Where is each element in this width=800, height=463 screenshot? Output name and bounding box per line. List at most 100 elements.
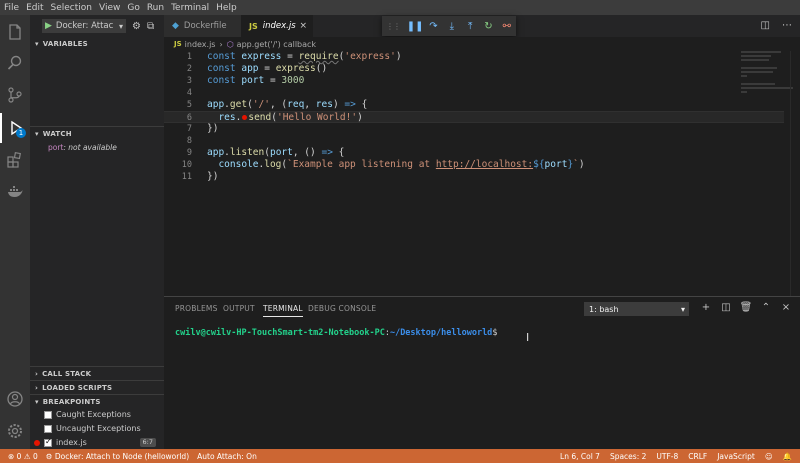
breakpoint-caught-exceptions[interactable]: Caught Exceptions [44,408,164,421]
menu-terminal[interactable]: Terminal [171,3,209,13]
notifications-icon[interactable]: 🔔 [783,452,792,461]
call-stack-section-header[interactable]: › CALL STACK [30,366,164,380]
js-icon: JS [249,21,258,31]
run-debug-icon[interactable]: 1 [0,113,30,143]
account-icon[interactable] [0,384,30,414]
code-editor[interactable]: 1 const express = require('express') 2 c… [164,51,800,296]
chevron-down-icon: ▾ [680,304,685,314]
breakpoint-index-js[interactable]: index.js 6:7 [34,436,164,449]
debug-floating-toolbar: ⋮⋮ ❚❚ ↷ ⤓ ⤒ ↻ ⚯ [382,16,516,36]
close-icon[interactable]: × [776,302,796,313]
tab-output[interactable]: OUTPUT [223,304,255,313]
gear-icon[interactable]: ⚙ [132,21,141,32]
tab-index-js[interactable]: JS index.js × [241,15,313,37]
chevron-down-icon[interactable]: ▾ [119,22,123,31]
gear-icon[interactable] [0,416,30,446]
menu-selection[interactable]: Selection [51,3,92,13]
feedback-icon[interactable]: ☺ [765,452,773,461]
menu-view[interactable]: View [99,3,120,13]
code-line: 10 console.log(`Example app listening at… [181,159,585,170]
code-line: 8 [186,136,192,146]
watch-item[interactable]: port: not available [48,143,117,152]
editor-scrollbar[interactable] [790,51,800,296]
chevron-up-icon[interactable]: ⌃ [756,302,776,313]
problems-status[interactable]: ⊗ 0 ⚠ 0 [8,452,38,461]
play-icon[interactable]: ▶ [45,21,52,31]
code-line: 11 }) [181,171,219,182]
debug-config-label: Docker: Attac [55,21,114,31]
code-line-current: 6 res. send('Hello World!') [164,111,784,123]
docker-icon[interactable] [0,177,30,207]
split-terminal-icon[interactable]: ◫ [716,302,736,313]
docker-icon: ◆ [172,21,179,31]
chevron-right-icon: › [35,369,39,378]
text-cursor-icon: I [526,331,530,344]
chevron-right-icon: › [219,39,223,49]
disconnect-icon[interactable]: ⚯ [498,21,516,32]
method-icon: ⬡ [226,39,234,49]
tab-terminal[interactable]: TERMINAL [263,304,303,317]
checkbox[interactable] [44,410,52,419]
activity-bar: 1 [0,15,30,449]
search-icon[interactable] [0,48,30,78]
encoding[interactable]: UTF-8 [656,452,678,461]
auto-attach-status[interactable]: Auto Attach: On [197,452,257,461]
explorer-icon[interactable] [0,17,30,47]
cursor-position[interactable]: Ln 6, Col 7 [560,452,600,461]
menu-edit[interactable]: Edit [26,3,43,13]
step-over-icon[interactable]: ↷ [424,21,442,32]
debug-sidebar: ▶ Docker: Attac ▾ ⚙ ⧉ ▾ VARIABLES ▾ WATC… [30,15,164,449]
chevron-right-icon: › [35,383,39,392]
close-icon[interactable]: × [299,21,307,31]
loaded-scripts-section-header[interactable]: › LOADED SCRIPTS [30,380,164,394]
indentation[interactable]: Spaces: 2 [610,452,646,461]
add-terminal-icon[interactable]: + [696,302,716,313]
breakpoints-section-header[interactable]: ▾ BREAKPOINTS [30,394,164,408]
step-out-icon[interactable]: ⤒ [461,21,479,32]
menu-help[interactable]: Help [216,3,237,13]
menu-file[interactable]: File [4,3,19,13]
tab-debug-console[interactable]: DEBUG CONSOLE [308,304,376,313]
js-icon: JS [174,40,182,48]
terminal-select[interactable]: 1: bash ▾ [584,302,689,316]
tab-problems[interactable]: PROBLEMS [175,304,218,313]
chevron-down-icon: ▾ [35,40,39,48]
debug-console-icon[interactable]: ⧉ [147,21,154,32]
editor-actions: ◫ ⋯ [749,20,792,31]
code-line: 7 }) [186,123,219,134]
checkbox[interactable] [44,437,52,447]
tab-dockerfile[interactable]: ◆ Dockerfile [164,15,241,37]
menu-go[interactable]: Go [127,3,139,13]
trash-icon[interactable]: 🗑 [736,302,756,313]
step-into-icon[interactable]: ⤓ [443,21,461,32]
breakpoint-location-badge: 6:7 [139,438,156,447]
breakpoint-uncaught-exceptions[interactable]: Uncaught Exceptions [44,422,164,435]
line-ending[interactable]: CRLF [688,452,707,461]
menu-bar: File Edit Selection View Go Run Terminal… [0,0,800,15]
breadcrumb-file[interactable]: index.js [185,40,216,49]
code-line: 2 const app = express() [186,63,328,74]
code-line: 1 const express = require('express') [186,51,402,62]
inline-breakpoint-icon[interactable] [242,115,248,120]
bottom-panel: PROBLEMS OUTPUT TERMINAL DEBUG CONSOLE 1… [164,296,800,449]
terminal-prompt[interactable]: cwilv@cwilv-HP-TouchSmart-tm2-Notebook-P… [175,328,497,338]
minimap[interactable] [741,51,796,101]
drag-handle-icon[interactable]: ⋮⋮ [386,22,401,31]
debug-config-select[interactable]: ▶ Docker: Attac ▾ [42,19,126,33]
checkbox[interactable] [44,424,52,433]
split-editor-icon[interactable]: ◫ [761,20,770,31]
status-bar: ⊗ 0 ⚠ 0 ⚙ Docker: Attach to Node (hellow… [0,449,800,463]
watch-section-header[interactable]: ▾ WATCH [30,126,164,140]
variables-section-header[interactable]: ▾ VARIABLES [30,37,164,51]
breadcrumb-symbol[interactable]: app.get('/') callback [237,40,316,49]
restart-icon[interactable]: ↻ [479,21,497,32]
extensions-icon[interactable] [0,145,30,175]
code-line: 3 const port = 3000 [186,75,305,86]
breakpoint-dot-icon [34,440,40,446]
more-actions-icon[interactable]: ⋯ [782,20,792,31]
pause-icon[interactable]: ❚❚ [406,21,424,32]
language-mode[interactable]: JavaScript [717,452,755,461]
source-control-icon[interactable] [0,80,30,110]
menu-run[interactable]: Run [147,3,164,13]
debug-target-status[interactable]: ⚙ Docker: Attach to Node (helloworld) [46,452,189,461]
